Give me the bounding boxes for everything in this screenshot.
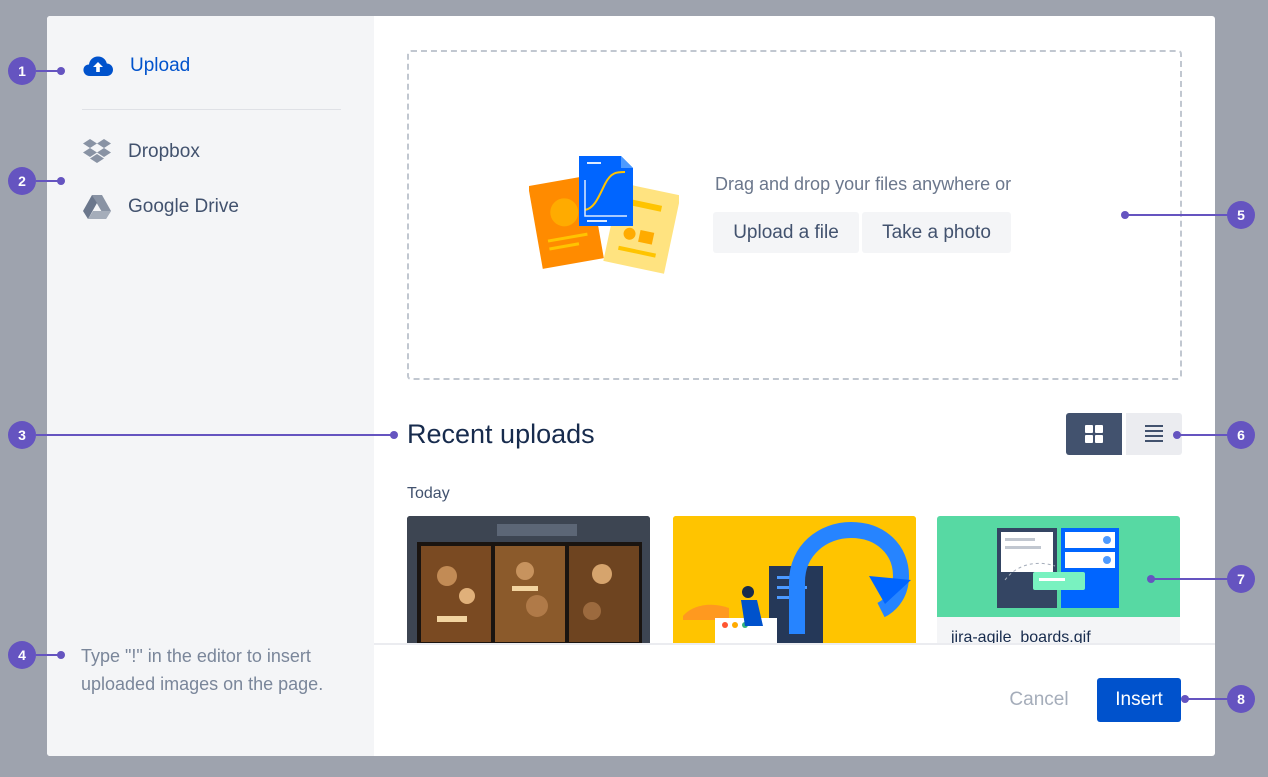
cafe-photo-thumbnail xyxy=(407,516,650,643)
callout-line-2 xyxy=(36,180,58,182)
yellow-illustration-thumbnail xyxy=(673,516,916,643)
upload-dialog: Upload Dropbox Google Drive Type "!" in … xyxy=(47,16,1215,756)
callout-line-5 xyxy=(1126,214,1228,216)
drop-zone-text: Drag and drop your files anywhere or xyxy=(715,174,1012,194)
callout-dot-3 xyxy=(390,431,398,439)
upload-card-jira-boards[interactable]: jira-agile_boards.gif xyxy=(937,516,1180,643)
sidebar-item-google-drive[interactable]: Google Drive xyxy=(82,194,239,220)
recent-uploads-grid: jira-agile_boards.gif xyxy=(407,516,1182,643)
sidebar-item-label: Upload xyxy=(130,55,191,76)
card-file-name: jira-agile_boards.gif xyxy=(951,629,1091,643)
upload-card-illustration[interactable] xyxy=(673,516,916,643)
callout-dot-6 xyxy=(1173,431,1181,439)
callout-line-7 xyxy=(1152,578,1228,580)
cloud-upload-icon xyxy=(83,56,113,76)
callout-line-8 xyxy=(1186,698,1228,700)
callout-line-3 xyxy=(36,434,392,436)
footer-divider xyxy=(374,643,1215,645)
group-label-today: Today xyxy=(407,485,450,502)
callout-marker-7: 7 xyxy=(1227,565,1255,593)
list-icon xyxy=(1145,425,1163,442)
sidebar: Upload Dropbox Google Drive Type "!" in … xyxy=(47,16,374,756)
sidebar-divider xyxy=(82,109,341,110)
callout-dot-8 xyxy=(1181,695,1189,703)
callout-dot-5 xyxy=(1121,211,1129,219)
sidebar-item-label: Google Drive xyxy=(128,196,239,217)
callout-dot-7 xyxy=(1147,575,1155,583)
callout-marker-4: 4 xyxy=(8,641,36,669)
callout-marker-1: 1 xyxy=(8,57,36,85)
callout-dot-2 xyxy=(57,177,65,185)
main-panel: Drag and drop your files anywhere or Upl… xyxy=(374,16,1215,756)
sidebar-item-upload[interactable]: Upload xyxy=(82,54,190,78)
google-drive-icon xyxy=(83,195,111,219)
drop-zone[interactable]: Drag and drop your files anywhere or Upl… xyxy=(407,50,1182,380)
files-illustration xyxy=(529,156,679,274)
sidebar-item-label: Dropbox xyxy=(128,141,200,162)
callout-dot-4 xyxy=(57,651,65,659)
callout-marker-5: 5 xyxy=(1227,201,1255,229)
recent-uploads-heading: Recent uploads xyxy=(407,419,595,449)
callout-line-1 xyxy=(36,70,58,72)
grid-view-toggle[interactable] xyxy=(1066,413,1122,455)
callout-marker-3: 3 xyxy=(8,421,36,449)
editor-hint-text: Type "!" in the editor to insert uploade… xyxy=(81,646,324,694)
upload-card-cafe[interactable] xyxy=(407,516,650,643)
callout-line-6 xyxy=(1178,434,1228,436)
upload-file-button[interactable]: Upload a file xyxy=(713,212,859,253)
callout-marker-2: 2 xyxy=(8,167,36,195)
cancel-button[interactable]: Cancel xyxy=(989,678,1089,722)
callout-marker-6: 6 xyxy=(1227,421,1255,449)
grid-icon xyxy=(1085,425,1103,443)
sidebar-item-dropbox[interactable]: Dropbox xyxy=(82,138,200,166)
callout-dot-1 xyxy=(57,67,65,75)
callout-marker-8: 8 xyxy=(1227,685,1255,713)
boards-illustration-thumbnail xyxy=(937,516,1180,617)
take-photo-button[interactable]: Take a photo xyxy=(862,212,1011,253)
insert-button[interactable]: Insert xyxy=(1097,678,1181,722)
dropbox-icon xyxy=(83,139,111,163)
callout-line-4 xyxy=(36,654,58,656)
